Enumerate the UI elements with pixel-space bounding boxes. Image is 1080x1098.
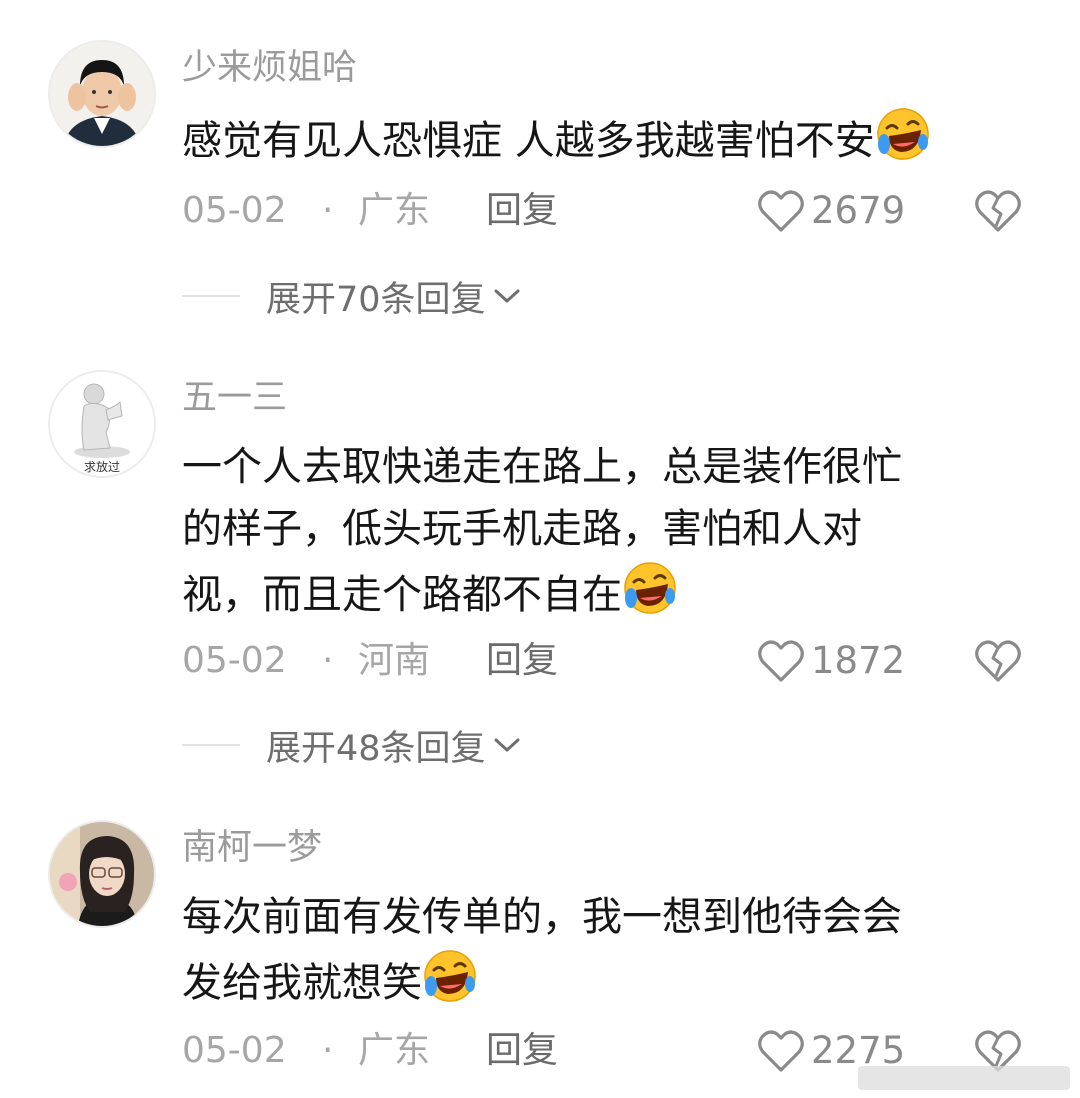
broken-heart-icon [975,190,1021,232]
like-button[interactable]: 2679 [757,186,905,236]
laugh-cry-emoji-icon [422,948,478,1004]
heart-outline-icon [758,640,804,682]
broken-heart-icon [975,640,1021,682]
expand-replies-label: 展开48条回复 [266,728,486,769]
avatar-image [50,822,154,926]
comment-meta: 05-02 · 河南 回复 1872 [182,636,1042,686]
avatar[interactable] [48,820,156,928]
reply-button[interactable]: 回复 [486,636,558,686]
expand-replies-button[interactable]: 展开70条回复 [182,272,522,320]
meta-separator: · [322,1030,334,1071]
username[interactable]: 少来烦姐哈 [182,48,357,88]
heart-outline-icon [758,1030,804,1072]
comment-text-line: 的样子，低头玩手机走路，害怕和人对 [182,506,862,552]
comment-date: 05-02 [182,640,287,681]
meta-separator: · [322,190,334,231]
comment-list: 少来烦姐哈 感觉有见人恐惧症 人越多我越害怕不安 05-02 · 广东 回复 2… [0,0,1080,1098]
comment-text-line: 发给我就想笑 [182,960,422,1006]
laugh-cry-emoji-icon [622,560,678,616]
expand-replies-button[interactable]: 展开48条回复 [182,721,522,769]
chevron-down-icon [494,289,520,303]
dislike-button[interactable] [974,188,1022,248]
like-count: 1872 [811,639,906,682]
avatar[interactable]: 求放过 [48,370,156,478]
comment-text-line: 感觉有见人恐惧症 人越多我越害怕不安 [182,118,875,164]
comment-text: 感觉有见人恐惧症 人越多我越害怕不安 [182,106,1022,172]
comment-region: 河南 [358,640,431,681]
watermark [858,1066,1070,1090]
chevron-down-icon [494,738,520,752]
comment-text-line: 每次前面有发传单的，我一想到他待会会 [182,894,902,940]
divider [182,295,240,297]
reply-button[interactable]: 回复 [486,186,558,236]
comment-text-line: 一个人去取快递走在路上，总是装作很忙 [182,444,902,490]
comment-meta: 05-02 · 广东 回复 2679 [182,186,1042,236]
username[interactable]: 五一三 [182,378,287,418]
comment-region: 广东 [358,1030,431,1071]
heart-outline-icon [758,190,804,232]
comment-text: 一个人去取快递走在路上，总是装作很忙 的样子，低头玩手机走路，害怕和人对 视，而… [182,436,1022,626]
username[interactable]: 南柯一梦 [182,828,322,868]
avatar-image [50,42,154,146]
comment-text-line: 视，而且走个路都不自在 [182,572,622,618]
like-count: 2679 [811,189,906,232]
comment-region: 广东 [358,190,431,231]
expand-replies-label: 展开70条回复 [266,279,486,320]
comment-date: 05-02 [182,1030,287,1071]
avatar-caption: 求放过 [84,459,120,474]
divider [182,744,240,746]
dislike-button[interactable] [974,638,1022,698]
avatar-image: 求放过 [50,372,154,476]
meta-separator: · [322,640,334,681]
laugh-cry-emoji-icon [875,106,931,162]
comment-text: 每次前面有发传单的，我一想到他待会会 发给我就想笑 [182,886,1022,1014]
like-button[interactable]: 1872 [757,636,905,686]
reply-button[interactable]: 回复 [486,1026,558,1076]
avatar[interactable] [48,40,156,148]
comment-date: 05-02 [182,190,287,231]
